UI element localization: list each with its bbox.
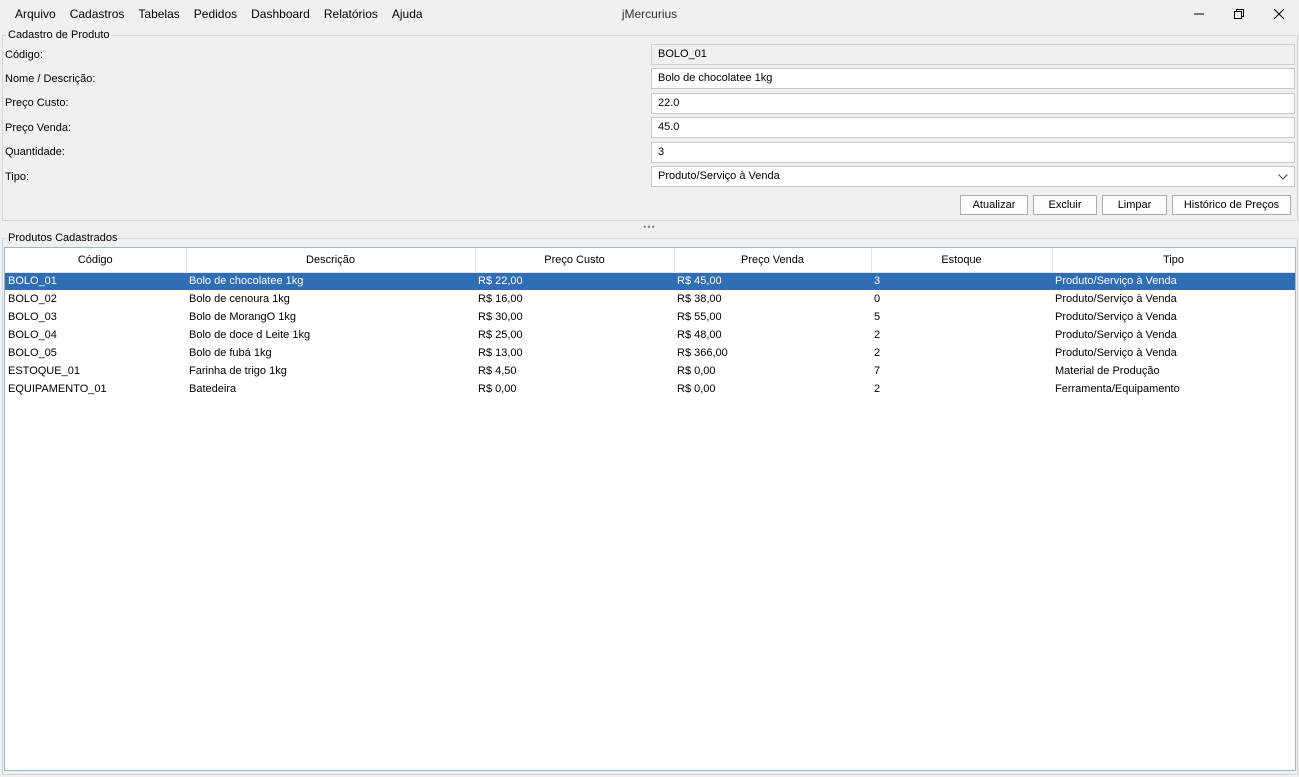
products-table[interactable]: Código Descrição Preço Custo Preço Venda… bbox=[4, 247, 1296, 771]
cell-tipo: Ferramenta/Equipamento bbox=[1055, 383, 1180, 395]
table-row[interactable]: BOLO_01 Bolo de chocolatee 1kg R$ 22,00 … bbox=[5, 272, 1295, 290]
cell-preco-custo: R$ 25,00 bbox=[478, 329, 523, 341]
minimize-icon bbox=[1194, 13, 1204, 15]
menu-bar: Arquivo Cadastros Tabelas Pedidos Dashbo… bbox=[8, 0, 430, 28]
cell-descricao: Bolo de chocolatee 1kg bbox=[186, 272, 475, 290]
splitter-grip: ••• bbox=[643, 222, 656, 232]
preco-custo-label: Preço Custo: bbox=[5, 97, 69, 109]
cell-codigo: BOLO_01 bbox=[5, 272, 186, 290]
minimize-button[interactable] bbox=[1179, 0, 1219, 28]
cell-preco-venda: R$ 38,00 bbox=[677, 293, 722, 305]
historico-precos-button[interactable]: Histórico de Preços bbox=[1172, 195, 1291, 215]
table-row[interactable]: BOLO_02 Bolo de cenoura 1kg R$ 16,00 R$ … bbox=[5, 290, 1295, 308]
cell-descricao: Bolo de fubá 1kg bbox=[189, 347, 272, 359]
products-table-legend: Produtos Cadastrados bbox=[8, 232, 118, 244]
menu-relatorios[interactable]: Relatórios bbox=[317, 0, 385, 28]
maximize-icon bbox=[1234, 9, 1244, 19]
preco-custo-field[interactable]: 22.0 bbox=[651, 93, 1295, 114]
maximize-button[interactable] bbox=[1219, 0, 1259, 28]
col-header-codigo[interactable]: Código bbox=[5, 248, 187, 273]
table-row[interactable]: BOLO_03 Bolo de MorangO 1kg R$ 30,00 R$ … bbox=[5, 308, 1295, 326]
limpar-button[interactable]: Limpar bbox=[1102, 195, 1167, 215]
col-header-tipo[interactable]: Tipo bbox=[1052, 248, 1295, 273]
cell-estoque: 2 bbox=[874, 383, 881, 395]
cell-descricao: Bolo de doce d Leite 1kg bbox=[189, 329, 311, 341]
cell-preco-venda: R$ 0,00 bbox=[677, 383, 716, 395]
cell-preco-venda: R$ 48,00 bbox=[677, 329, 722, 341]
table-header-row: Código Descrição Preço Custo Preço Venda… bbox=[5, 248, 1295, 273]
tipo-select-value: Produto/Serviço à Venda bbox=[658, 170, 780, 182]
cell-preco-custo: R$ 13,00 bbox=[478, 347, 523, 359]
tipo-select[interactable]: Produto/Serviço à Venda bbox=[651, 166, 1295, 187]
quantidade-label: Quantidade: bbox=[5, 146, 65, 158]
cell-estoque: 5 bbox=[874, 311, 881, 323]
atualizar-button[interactable]: Atualizar bbox=[960, 195, 1028, 215]
cell-estoque: 2 bbox=[874, 329, 881, 341]
cell-tipo: Produto/Serviço à Venda bbox=[1055, 293, 1177, 305]
menu-dashboard[interactable]: Dashboard bbox=[244, 0, 317, 28]
cell-preco-custo: R$ 30,00 bbox=[478, 311, 523, 323]
cell-estoque: 2 bbox=[874, 347, 881, 359]
cell-preco-venda: R$ 45,00 bbox=[674, 272, 871, 290]
cell-tipo: Produto/Serviço à Venda bbox=[1055, 311, 1177, 323]
cell-tipo: Produto/Serviço à Venda bbox=[1055, 347, 1177, 359]
cell-descricao: Bolo de MorangO 1kg bbox=[189, 311, 297, 323]
cell-preco-venda: R$ 366,00 bbox=[677, 347, 728, 359]
cell-codigo: EQUIPAMENTO_01 bbox=[8, 383, 107, 395]
quantidade-field[interactable]: 3 bbox=[651, 142, 1295, 163]
col-header-descricao[interactable]: Descrição bbox=[186, 248, 476, 273]
cell-estoque: 7 bbox=[874, 365, 881, 377]
cell-estoque: 3 bbox=[871, 272, 1052, 290]
menu-cadastros[interactable]: Cadastros bbox=[63, 0, 132, 28]
excluir-button[interactable]: Excluir bbox=[1033, 195, 1097, 215]
cell-codigo: BOLO_02 bbox=[8, 293, 57, 305]
cell-codigo: ESTOQUE_01 bbox=[8, 365, 80, 377]
menu-arquivo[interactable]: Arquivo bbox=[8, 0, 63, 28]
cell-descricao: Bolo de cenoura 1kg bbox=[189, 293, 290, 305]
cell-tipo: Produto/Serviço à Venda bbox=[1052, 272, 1295, 290]
cell-estoque: 0 bbox=[874, 293, 881, 305]
cell-descricao: Batedeira bbox=[189, 383, 237, 395]
col-header-estoque[interactable]: Estoque bbox=[871, 248, 1053, 273]
cell-descricao: Farinha de trigo 1kg bbox=[189, 365, 287, 377]
preco-venda-label: Preço Venda: bbox=[5, 122, 72, 134]
nome-field[interactable]: Bolo de chocolatee 1kg bbox=[651, 68, 1295, 89]
product-form-legend: Cadastro de Produto bbox=[8, 29, 110, 41]
cell-preco-custo: R$ 4,50 bbox=[478, 365, 517, 377]
codigo-label: Código: bbox=[5, 49, 43, 61]
cell-codigo: BOLO_03 bbox=[8, 311, 57, 323]
preco-venda-field[interactable]: 45.0 bbox=[651, 117, 1295, 138]
chevron-down-icon bbox=[1278, 173, 1288, 180]
cell-codigo: BOLO_05 bbox=[8, 347, 57, 359]
menu-tabelas[interactable]: Tabelas bbox=[131, 0, 186, 28]
tipo-label: Tipo: bbox=[5, 171, 30, 183]
cell-preco-custo: R$ 16,00 bbox=[478, 293, 523, 305]
title-bar: Arquivo Cadastros Tabelas Pedidos Dashbo… bbox=[0, 0, 1299, 30]
codigo-field[interactable]: BOLO_01 bbox=[651, 44, 1295, 65]
table-row[interactable]: EQUIPAMENTO_01 Batedeira R$ 0,00 R$ 0,00… bbox=[5, 380, 1295, 398]
cell-codigo: BOLO_04 bbox=[8, 329, 57, 341]
window-controls bbox=[1179, 0, 1299, 28]
table-row[interactable]: BOLO_05 Bolo de fubá 1kg R$ 13,00 R$ 366… bbox=[5, 344, 1295, 362]
close-icon bbox=[1274, 9, 1284, 19]
menu-ajuda[interactable]: Ajuda bbox=[385, 0, 430, 28]
cell-preco-venda: R$ 55,00 bbox=[677, 311, 722, 323]
nome-label: Nome / Descrição: bbox=[5, 73, 96, 85]
cell-preco-venda: R$ 0,00 bbox=[677, 365, 716, 377]
close-button[interactable] bbox=[1259, 0, 1299, 28]
panel-splitter[interactable]: ••• bbox=[0, 222, 1299, 232]
cell-tipo: Material de Produção bbox=[1055, 365, 1160, 377]
cell-preco-custo: R$ 22,00 bbox=[475, 272, 674, 290]
cell-tipo: Produto/Serviço à Venda bbox=[1055, 329, 1177, 341]
col-header-preco-custo[interactable]: Preço Custo bbox=[475, 248, 675, 273]
table-row[interactable]: BOLO_04 Bolo de doce d Leite 1kg R$ 25,0… bbox=[5, 326, 1295, 344]
cell-preco-custo: R$ 0,00 bbox=[478, 383, 517, 395]
table-row[interactable]: ESTOQUE_01 Farinha de trigo 1kg R$ 4,50 … bbox=[5, 362, 1295, 380]
col-header-preco-venda[interactable]: Preço Venda bbox=[674, 248, 872, 273]
menu-pedidos[interactable]: Pedidos bbox=[187, 0, 244, 28]
